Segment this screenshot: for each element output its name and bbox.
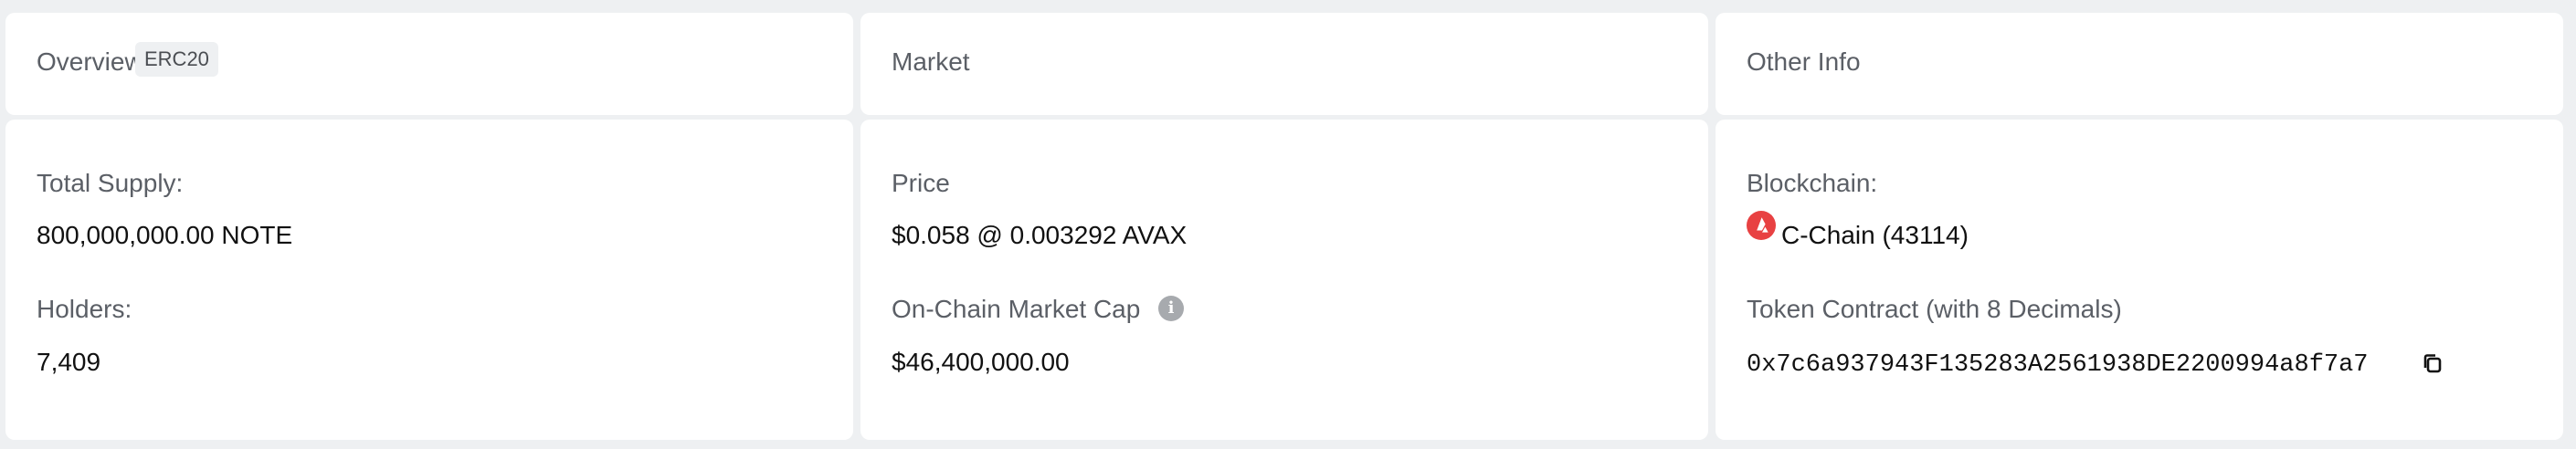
overview-body: Total Supply: 800,000,000.00 NOTE Holder… (5, 120, 853, 440)
token-contract-address[interactable]: 0x7c6a937943F135283A2561938DE2200994a8f7… (1747, 351, 2369, 379)
total-supply-value: 800,000,000.00 NOTE (37, 221, 293, 249)
overview-title: Overview (37, 47, 143, 76)
market-card: Market Price $0.058 @ 0.003292 AVAX On-C… (860, 13, 1708, 440)
token-info-panels: Overview ERC20 Total Supply: 800,000,000… (0, 0, 2576, 449)
token-contract-label: Token Contract (with 8 Decimals) (1747, 295, 2122, 323)
blockchain-label: Blockchain: (1747, 169, 1878, 197)
blockchain-value[interactable]: C-Chain (43114) (1781, 221, 1969, 250)
total-supply-label: Total Supply: (37, 169, 184, 197)
avalanche-icon (1747, 211, 1776, 240)
market-body: Price $0.058 @ 0.003292 AVAX On-Chain Ma… (860, 120, 1708, 440)
price-value: $0.058 @ 0.003292 AVAX (892, 221, 1188, 249)
overview-card: Overview ERC20 Total Supply: 800,000,000… (5, 13, 853, 440)
overview-header: Overview ERC20 (5, 13, 853, 115)
other-info-card: Other Info Blockchain: C-Chain (43114) T… (1716, 13, 2563, 440)
price-label: Price (892, 169, 950, 197)
holders-label: Holders: (37, 295, 132, 323)
other-info-body: Blockchain: C-Chain (43114) Token Contra… (1716, 120, 2563, 440)
copy-icon[interactable] (2419, 350, 2446, 378)
market-cap-value: $46,400,000.00 (892, 348, 1070, 376)
market-cap-label: On-Chain Market Cap (892, 295, 1141, 323)
market-title: Market (892, 47, 970, 76)
other-info-title: Other Info (1747, 47, 1861, 76)
token-standard-badge: ERC20 (135, 42, 218, 77)
market-header: Market (860, 13, 1708, 115)
info-icon[interactable]: i (1158, 296, 1184, 321)
other-info-header: Other Info (1716, 13, 2563, 115)
holders-value[interactable]: 7,409 (37, 348, 100, 377)
